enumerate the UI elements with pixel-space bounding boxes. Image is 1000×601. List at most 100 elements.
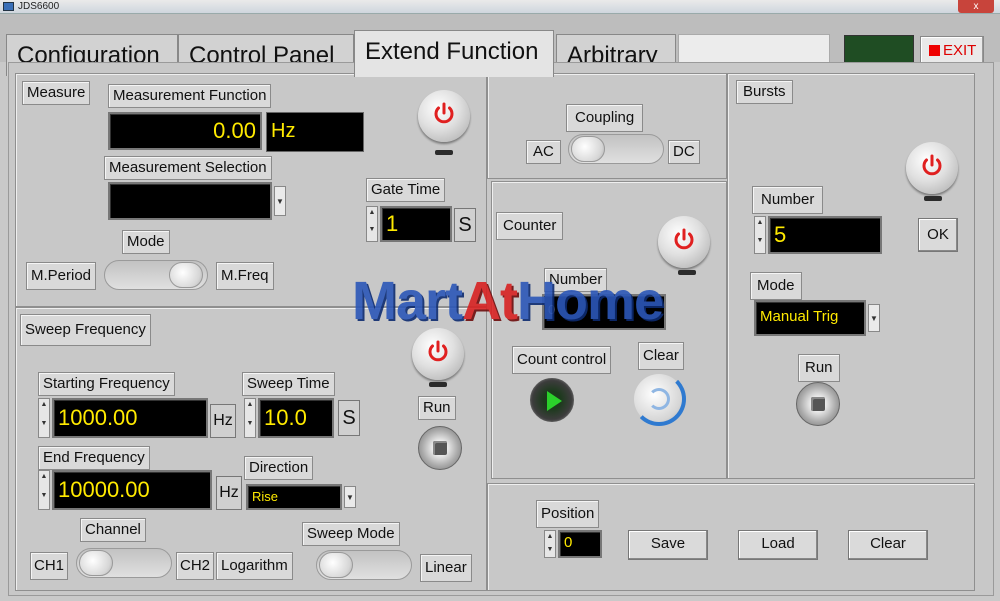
save-button[interactable]: Save xyxy=(628,530,708,560)
load-button[interactable]: Load xyxy=(738,530,818,560)
measure-mode-toggle[interactable] xyxy=(104,260,208,290)
sweep-mode-toggle[interactable] xyxy=(316,550,412,580)
bursts-number-stepper[interactable]: ▲ ▼ xyxy=(754,216,766,254)
run-icon xyxy=(433,441,447,455)
chevron-down-icon[interactable]: ▼ xyxy=(868,304,880,332)
toggle-knob xyxy=(571,136,605,162)
coupling-ac-label: AC xyxy=(526,140,561,164)
end-frequency-display[interactable]: 10000.00 xyxy=(52,470,212,510)
sweep-mode-logarithm-label: Logarithm xyxy=(216,552,293,580)
direction-label: Direction xyxy=(244,456,314,480)
bursts-run-button[interactable] xyxy=(796,382,840,426)
position-label: Position xyxy=(536,500,600,528)
coupling-toggle[interactable] xyxy=(568,134,664,164)
sweep-power-button[interactable] xyxy=(412,328,464,380)
gate-time-label: Gate Time xyxy=(366,178,446,202)
exit-label: EXIT xyxy=(943,42,977,59)
sweep-mode-linear-label: Linear xyxy=(420,554,472,582)
sweep-mode-label: Sweep Mode xyxy=(302,522,400,546)
channel-toggle[interactable] xyxy=(76,548,172,578)
bursts-number-display[interactable]: 5 xyxy=(768,216,882,254)
window-title: JDS6600 xyxy=(18,1,60,12)
measurement-function-label: Measurement Function xyxy=(108,84,272,108)
toggle-knob xyxy=(169,262,203,288)
mode-m-freq-label: M.Freq xyxy=(216,262,274,290)
gate-time-display[interactable]: 1 xyxy=(380,206,452,242)
watermark-part2: At xyxy=(462,271,518,331)
bursts-section: Bursts Number ▲ ▼ 5 OK Mode Manual Trig ▼… xyxy=(727,73,975,479)
coupling-dc-label: DC xyxy=(668,140,700,164)
power-icon xyxy=(922,154,942,176)
count-control-label: Count control xyxy=(512,346,612,374)
refresh-icon xyxy=(648,388,670,410)
starting-frequency-display[interactable]: 1000.00 xyxy=(52,398,208,438)
channel-ch2-label: CH2 xyxy=(176,552,215,580)
title-bar: JDS6600 x xyxy=(0,0,1000,14)
channel-ch1-label: CH1 xyxy=(30,552,69,580)
sweep-run-label: Run xyxy=(418,396,456,420)
gate-time-unit: S xyxy=(454,208,476,242)
coupling-label: Coupling xyxy=(566,104,644,132)
power-icon xyxy=(428,340,448,362)
sweep-time-stepper[interactable]: ▲ ▼ xyxy=(244,398,256,438)
direction-select[interactable]: Rise xyxy=(246,484,342,510)
sweep-time-unit: S xyxy=(338,400,360,436)
sweep-time-display[interactable]: 10.0 xyxy=(258,398,334,438)
measurement-selection-select[interactable] xyxy=(108,182,272,220)
toggle-knob xyxy=(79,550,113,576)
bursts-mode-label: Mode xyxy=(750,272,802,300)
end-frequency-stepper[interactable]: ▲ ▼ xyxy=(38,470,50,510)
bursts-run-label: Run xyxy=(798,354,840,382)
bursts-title: Bursts xyxy=(736,80,793,104)
measure-power-button[interactable] xyxy=(418,90,470,142)
play-icon xyxy=(547,391,562,411)
bursts-power-button[interactable] xyxy=(906,142,958,194)
watermark-part3: Home xyxy=(517,271,664,331)
counter-clear-label: Clear xyxy=(638,342,684,370)
mode-label: Mode xyxy=(122,230,170,254)
coupling-section: Coupling AC DC xyxy=(487,73,727,179)
sweep-frequency-section: Sweep Frequency Starting Frequency ▲ ▼ 10… xyxy=(15,307,487,591)
count-control-button[interactable] xyxy=(530,378,574,422)
starting-frequency-label: Starting Frequency xyxy=(38,372,175,396)
sweep-run-button[interactable] xyxy=(418,426,462,470)
measure-power-indicator xyxy=(435,150,453,155)
counter-power-button[interactable] xyxy=(658,216,710,268)
stop-icon xyxy=(929,45,940,56)
toggle-knob xyxy=(319,552,353,578)
run-icon xyxy=(811,397,825,411)
position-stepper[interactable]: ▲ ▼ xyxy=(544,530,556,558)
starting-frequency-stepper[interactable]: ▲ ▼ xyxy=(38,398,50,438)
mode-m-period-label: M.Period xyxy=(26,262,97,290)
measure-title: Measure xyxy=(22,81,91,105)
counter-clear-button[interactable] xyxy=(632,372,686,426)
measurement-selection-label: Measurement Selection xyxy=(104,156,272,180)
sweep-frequency-title: Sweep Frequency xyxy=(20,314,151,346)
storage-section: Position ▲ ▼ 0 Save Load Clear xyxy=(487,483,975,591)
app-icon xyxy=(3,2,14,11)
bursts-ok-button[interactable]: OK xyxy=(918,218,958,252)
channel-label: Channel xyxy=(80,518,146,542)
starting-frequency-unit: Hz xyxy=(210,404,236,438)
bursts-mode-select[interactable]: Manual Trig xyxy=(754,300,866,336)
window-close-button[interactable]: x xyxy=(958,0,994,13)
bursts-number-label: Number xyxy=(752,186,824,214)
power-icon xyxy=(434,102,454,124)
app-window: JDS6600 x Configuration Control Panel Ex… xyxy=(0,0,1000,601)
chevron-down-icon[interactable]: ▼ xyxy=(274,186,286,216)
measurement-value-display: 0.00 xyxy=(108,112,262,150)
bursts-power-indicator xyxy=(924,196,942,201)
counter-title: Counter xyxy=(496,212,564,240)
position-display[interactable]: 0 xyxy=(558,530,602,558)
chevron-down-icon[interactable]: ▼ xyxy=(344,486,356,508)
counter-power-indicator xyxy=(678,270,696,275)
watermark-part1: Mart xyxy=(352,271,463,331)
storage-clear-button[interactable]: Clear xyxy=(848,530,928,560)
sweep-power-indicator xyxy=(429,382,447,387)
tab-extend-function[interactable]: Extend Function xyxy=(354,30,554,77)
sweep-time-label: Sweep Time xyxy=(242,372,335,396)
power-icon xyxy=(674,228,694,250)
end-frequency-label: End Frequency xyxy=(38,446,150,470)
measurement-unit: Hz xyxy=(266,112,364,152)
gate-time-stepper[interactable]: ▲ ▼ xyxy=(366,206,378,242)
